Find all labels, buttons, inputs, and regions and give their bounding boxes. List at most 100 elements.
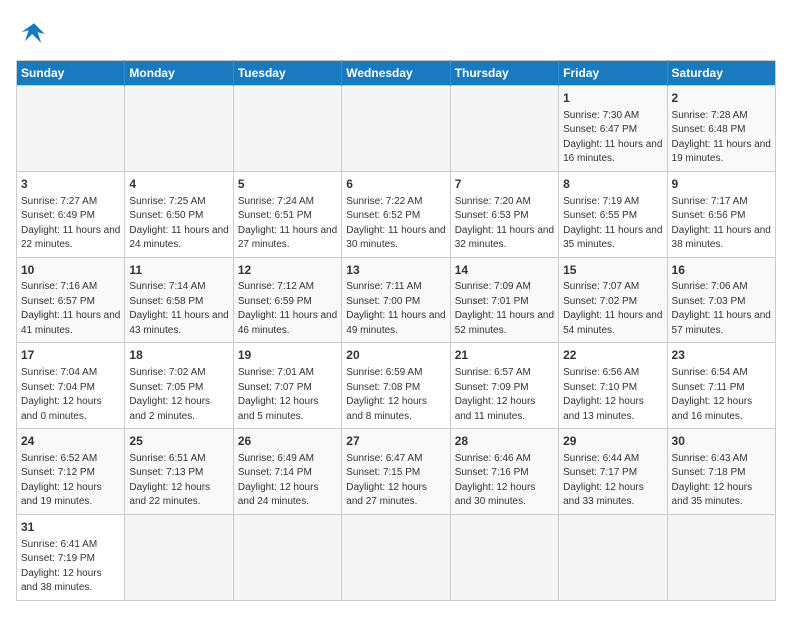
page-header (16, 16, 776, 52)
calendar-day-cell: 6 Sunrise: 7:22 AM Sunset: 6:52 PM Daylig… (342, 171, 450, 257)
day-number: 1 (563, 90, 662, 107)
calendar-day-cell: 29 Sunrise: 6:44 AM Sunset: 7:17 PM Dayli… (559, 429, 667, 515)
day-number: 4 (129, 176, 228, 193)
calendar-day-cell: 15Sunrise: 7:07 AM Sunset: 7:02 PM Dayli… (559, 257, 667, 343)
calendar-week-row: 17Sunrise: 7:04 AM Sunset: 7:04 PM Dayli… (17, 343, 776, 429)
calendar-day-cell (450, 86, 558, 172)
calendar-day-cell: 27Sunrise: 6:47 AM Sunset: 7:15 PM Dayli… (342, 429, 450, 515)
day-info: Sunrise: 7:01 AM Sunset: 7:07 PM Dayligh… (238, 366, 337, 424)
day-number: 22 (563, 347, 662, 364)
day-number: 30 (672, 433, 771, 450)
calendar-day-cell: 13Sunrise: 7:11 AM Sunset: 7:00 PM Dayli… (342, 257, 450, 343)
day-info: Sunrise: 7:02 AM Sunset: 7:05 PM Dayligh… (129, 366, 228, 424)
day-number: 2 (672, 90, 771, 107)
calendar-day-cell (342, 514, 450, 600)
calendar-day-cell (125, 86, 233, 172)
day-info: Sunrise: 7:27 AM Sunset: 6:49 PM Dayligh… (21, 195, 120, 253)
day-number: 14 (455, 262, 554, 279)
calendar-day-cell (233, 86, 341, 172)
day-info: Sunrise: 6:52 AM Sunset: 7:12 PM Dayligh… (21, 452, 120, 510)
calendar-day-cell: 31 Sunrise: 6:41 AM Sunset: 7:19 PM Dayli… (17, 514, 125, 600)
day-info: Sunrise: 7:20 AM Sunset: 6:53 PM Dayligh… (455, 195, 554, 253)
calendar-day-cell: 1 Sunrise: 7:30 AM Sunset: 6:47 PM Daylig… (559, 86, 667, 172)
day-number: 23 (672, 347, 771, 364)
day-info: Sunrise: 7:14 AM Sunset: 6:58 PM Dayligh… (129, 280, 228, 338)
day-info: Sunrise: 6:51 AM Sunset: 7:13 PM Dayligh… (129, 452, 228, 510)
day-number: 27 (346, 433, 445, 450)
day-info: Sunrise: 7:07 AM Sunset: 7:02 PM Dayligh… (563, 280, 662, 338)
day-number: 13 (346, 262, 445, 279)
day-info: Sunrise: 7:22 AM Sunset: 6:52 PM Dayligh… (346, 195, 445, 253)
day-info: Sunrise: 7:24 AM Sunset: 6:51 PM Dayligh… (238, 195, 337, 253)
calendar-day-cell (233, 514, 341, 600)
day-info: Sunrise: 7:06 AM Sunset: 7:03 PM Dayligh… (672, 280, 771, 338)
calendar-day-cell: 4Sunrise: 7:25 AM Sunset: 6:50 PM Daylig… (125, 171, 233, 257)
day-info: Sunrise: 7:09 AM Sunset: 7:01 PM Dayligh… (455, 280, 554, 338)
day-number: 7 (455, 176, 554, 193)
calendar-week-row: 31 Sunrise: 6:41 AM Sunset: 7:19 PM Dayli… (17, 514, 776, 600)
calendar-day-cell: 24 Sunrise: 6:52 AM Sunset: 7:12 PM Dayli… (17, 429, 125, 515)
calendar-day-cell: 26Sunrise: 6:49 AM Sunset: 7:14 PM Dayli… (233, 429, 341, 515)
calendar-day-cell: 12Sunrise: 7:12 AM Sunset: 6:59 PM Dayli… (233, 257, 341, 343)
day-number: 15 (563, 262, 662, 279)
weekday-header: Sunday (17, 61, 125, 86)
weekday-header: Saturday (667, 61, 775, 86)
calendar-day-cell (342, 86, 450, 172)
weekday-header: Friday (559, 61, 667, 86)
weekday-header: Wednesday (342, 61, 450, 86)
calendar-day-cell: 8Sunrise: 7:19 AM Sunset: 6:55 PM Daylig… (559, 171, 667, 257)
logo (16, 16, 56, 52)
calendar-day-cell: 21 Sunrise: 6:57 AM Sunset: 7:09 PM Dayli… (450, 343, 558, 429)
day-info: Sunrise: 6:46 AM Sunset: 7:16 PM Dayligh… (455, 452, 554, 510)
day-number: 11 (129, 262, 228, 279)
logo-icon (16, 16, 52, 52)
day-number: 25 (129, 433, 228, 450)
day-info: Sunrise: 7:11 AM Sunset: 7:00 PM Dayligh… (346, 280, 445, 338)
calendar-day-cell: 10Sunrise: 7:16 AM Sunset: 6:57 PM Dayli… (17, 257, 125, 343)
day-number: 28 (455, 433, 554, 450)
calendar-day-cell: 7 Sunrise: 7:20 AM Sunset: 6:53 PM Daylig… (450, 171, 558, 257)
day-info: Sunrise: 7:30 AM Sunset: 6:47 PM Dayligh… (563, 109, 662, 167)
calendar-day-cell: 18Sunrise: 7:02 AM Sunset: 7:05 PM Dayli… (125, 343, 233, 429)
calendar-table: SundayMondayTuesdayWednesdayThursdayFrid… (16, 60, 776, 601)
calendar-week-row: 1 Sunrise: 7:30 AM Sunset: 6:47 PM Daylig… (17, 86, 776, 172)
calendar-day-cell (559, 514, 667, 600)
day-info: Sunrise: 6:41 AM Sunset: 7:19 PM Dayligh… (21, 538, 120, 596)
calendar-day-cell: 5Sunrise: 7:24 AM Sunset: 6:51 PM Daylig… (233, 171, 341, 257)
calendar-week-row: 3 Sunrise: 7:27 AM Sunset: 6:49 PM Daylig… (17, 171, 776, 257)
calendar-day-cell: 19 Sunrise: 7:01 AM Sunset: 7:07 PM Dayli… (233, 343, 341, 429)
day-number: 10 (21, 262, 120, 279)
day-number: 12 (238, 262, 337, 279)
day-info: Sunrise: 6:44 AM Sunset: 7:17 PM Dayligh… (563, 452, 662, 510)
day-info: Sunrise: 6:59 AM Sunset: 7:08 PM Dayligh… (346, 366, 445, 424)
day-number: 9 (672, 176, 771, 193)
weekday-header: Tuesday (233, 61, 341, 86)
calendar-day-cell: 17Sunrise: 7:04 AM Sunset: 7:04 PM Dayli… (17, 343, 125, 429)
calendar-day-cell: 9 Sunrise: 7:17 AM Sunset: 6:56 PM Daylig… (667, 171, 775, 257)
day-info: Sunrise: 7:17 AM Sunset: 6:56 PM Dayligh… (672, 195, 771, 253)
calendar-day-cell (125, 514, 233, 600)
calendar-day-cell: 11Sunrise: 7:14 AM Sunset: 6:58 PM Dayli… (125, 257, 233, 343)
calendar-week-row: 10Sunrise: 7:16 AM Sunset: 6:57 PM Dayli… (17, 257, 776, 343)
calendar-day-cell: 2Sunrise: 7:28 AM Sunset: 6:48 PM Daylig… (667, 86, 775, 172)
day-number: 19 (238, 347, 337, 364)
day-number: 26 (238, 433, 337, 450)
day-number: 3 (21, 176, 120, 193)
day-number: 29 (563, 433, 662, 450)
calendar-day-cell: 28 Sunrise: 6:46 AM Sunset: 7:16 PM Dayli… (450, 429, 558, 515)
calendar-day-cell: 16Sunrise: 7:06 AM Sunset: 7:03 PM Dayli… (667, 257, 775, 343)
day-info: Sunrise: 6:57 AM Sunset: 7:09 PM Dayligh… (455, 366, 554, 424)
weekday-header: Thursday (450, 61, 558, 86)
weekday-header-row: SundayMondayTuesdayWednesdayThursdayFrid… (17, 61, 776, 86)
day-number: 21 (455, 347, 554, 364)
day-number: 17 (21, 347, 120, 364)
day-number: 6 (346, 176, 445, 193)
day-number: 24 (21, 433, 120, 450)
day-number: 20 (346, 347, 445, 364)
day-number: 31 (21, 519, 120, 536)
day-number: 8 (563, 176, 662, 193)
calendar-week-row: 24 Sunrise: 6:52 AM Sunset: 7:12 PM Dayli… (17, 429, 776, 515)
calendar-day-cell: 25 Sunrise: 6:51 AM Sunset: 7:13 PM Dayli… (125, 429, 233, 515)
calendar-day-cell: 3 Sunrise: 7:27 AM Sunset: 6:49 PM Daylig… (17, 171, 125, 257)
day-info: Sunrise: 7:16 AM Sunset: 6:57 PM Dayligh… (21, 280, 120, 338)
